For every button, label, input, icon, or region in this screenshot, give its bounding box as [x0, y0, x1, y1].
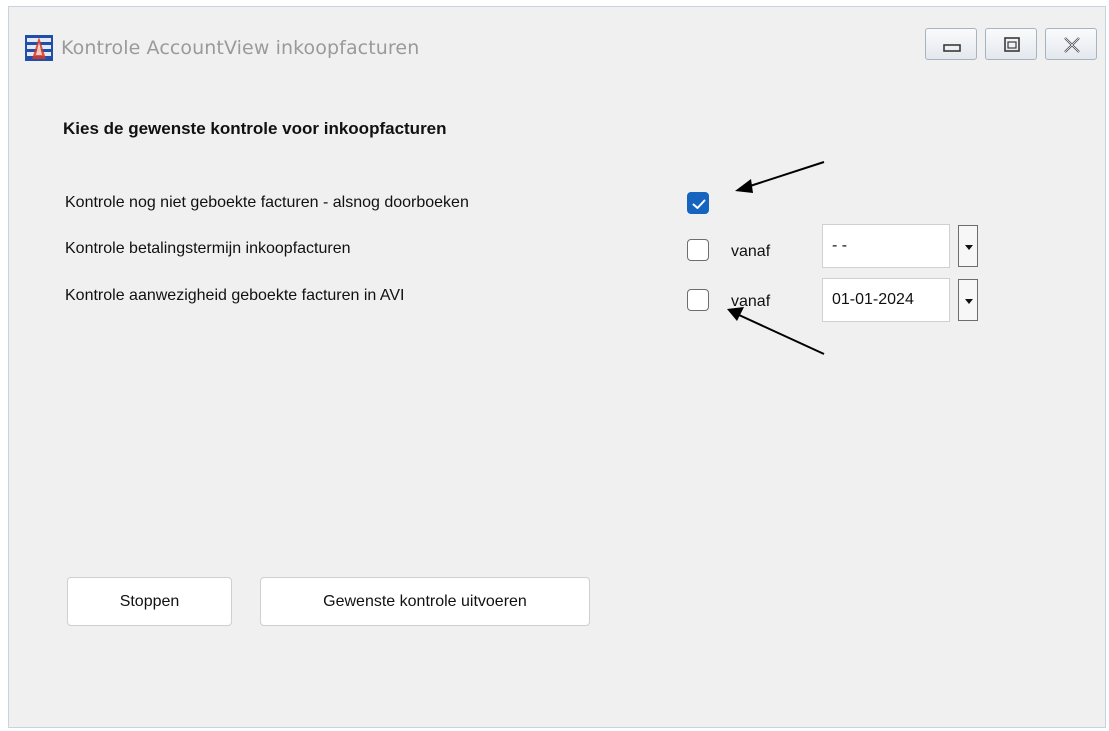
- maximize-icon: [1004, 37, 1020, 52]
- chevron-down-icon: [965, 245, 973, 250]
- checkbox-unbooked[interactable]: [687, 192, 709, 214]
- dialog-heading: Kies de gewenste kontrole voor inkoopfac…: [63, 119, 447, 138]
- minimize-icon: [943, 44, 961, 52]
- option-label-payment-term: Kontrole betalingstermijn inkoopfacturen: [65, 240, 351, 257]
- date-dropdown-button-payment-term[interactable]: [958, 225, 978, 267]
- dialog-window: Kontrole AccountView inkoopfacturen Kies…: [8, 6, 1106, 728]
- annotation-arrow-bottom: [727, 307, 825, 355]
- close-button[interactable]: [1045, 28, 1097, 60]
- stop-button[interactable]: Stoppen: [67, 577, 232, 626]
- vanaf-label-payment-term: vanaf: [731, 243, 771, 260]
- vanaf-label-presence-avi: vanaf: [731, 293, 771, 310]
- minimize-button[interactable]: [925, 28, 977, 60]
- accountview-app-icon: [25, 35, 53, 61]
- run-check-button[interactable]: Gewenste kontrole uitvoeren: [260, 577, 590, 626]
- checkmark-icon: [692, 199, 706, 209]
- window-title: Kontrole AccountView inkoopfacturen: [61, 37, 420, 59]
- close-icon: [1064, 37, 1080, 53]
- chevron-down-icon: [965, 299, 973, 304]
- annotation-arrow-top: [735, 161, 825, 193]
- date-dropdown-button-presence-avi[interactable]: [958, 279, 978, 321]
- title-bar[interactable]: Kontrole AccountView inkoopfacturen: [9, 7, 1105, 79]
- date-input-payment-term[interactable]: - -: [822, 224, 950, 268]
- checkbox-payment-term[interactable]: [687, 239, 709, 261]
- checkbox-presence-avi[interactable]: [687, 289, 709, 311]
- option-label-presence-avi: Kontrole aanwezigheid geboekte facturen …: [65, 287, 405, 304]
- maximize-button[interactable]: [985, 28, 1037, 60]
- option-label-unbooked: Kontrole nog niet geboekte facturen - al…: [65, 194, 469, 211]
- date-input-presence-avi[interactable]: 01-01-2024: [822, 278, 950, 322]
